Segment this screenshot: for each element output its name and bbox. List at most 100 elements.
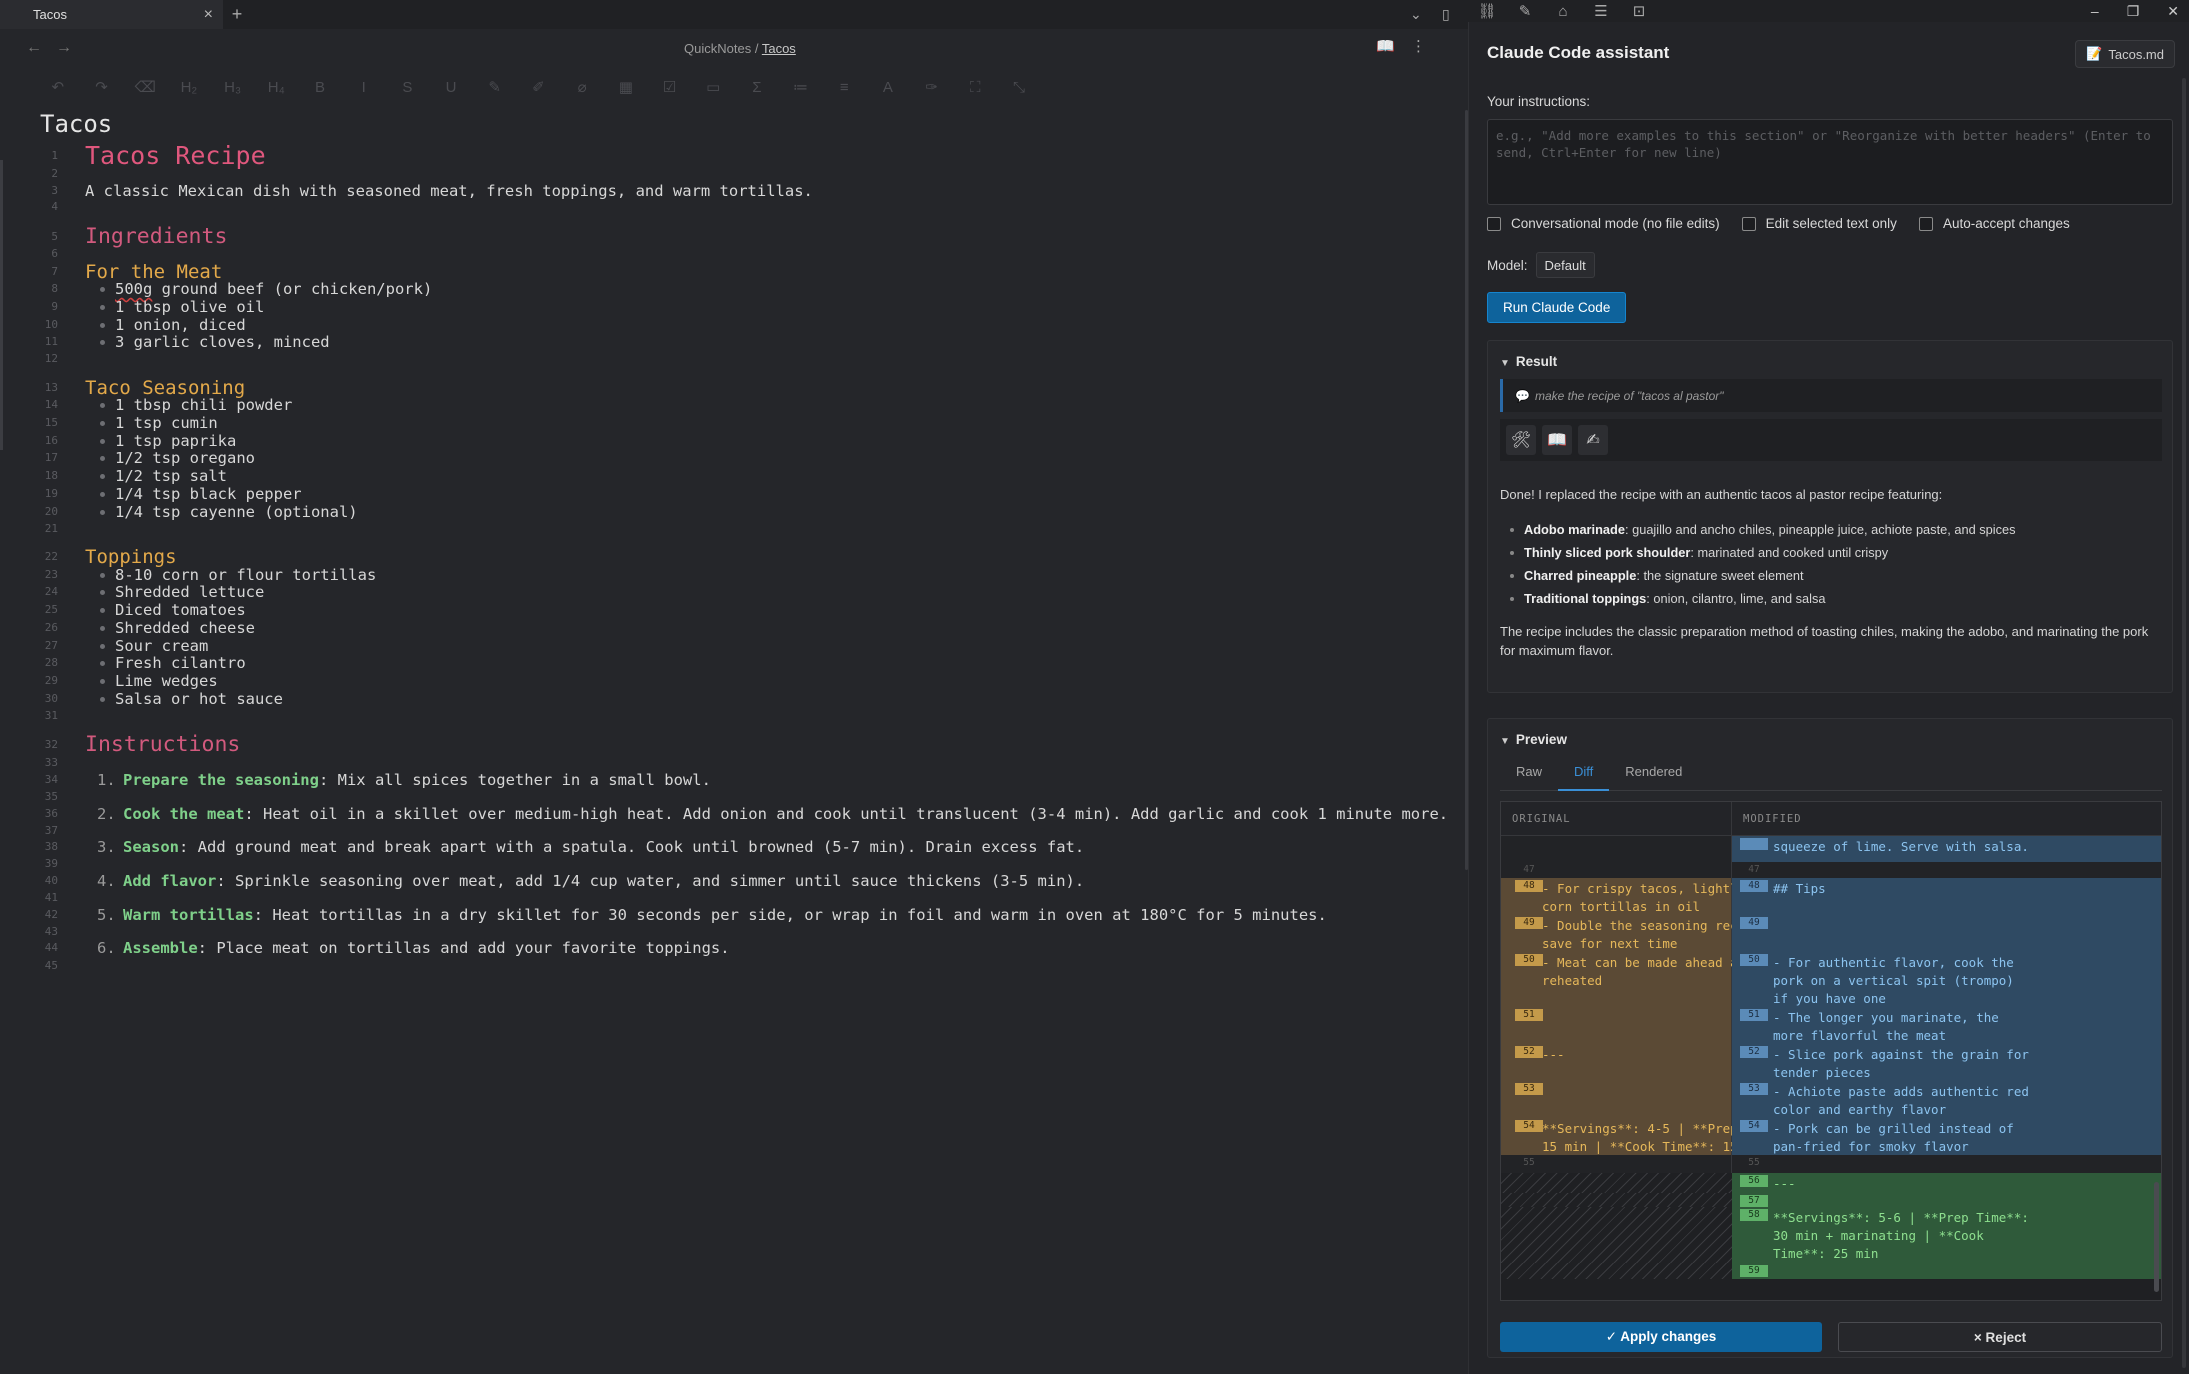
editor-line[interactable]: 4 <box>0 195 1468 219</box>
heading3-icon[interactable]: H₃ <box>211 79 255 96</box>
file-badge[interactable]: 📝 Tacos.md <box>2075 40 2175 68</box>
preview-tab-raw[interactable]: Raw <box>1500 759 1558 791</box>
bullet-icon <box>100 340 105 345</box>
diff-scrollbar[interactable] <box>2154 1182 2159 1292</box>
tab-tacos[interactable]: Tacos × <box>0 0 223 29</box>
diff-line-number: 59 <box>1740 1265 1768 1277</box>
undo-icon[interactable]: ↶ <box>36 78 80 96</box>
model-row: Model: Default <box>1487 252 1595 278</box>
diff-original-line: 52 --- <box>1501 1044 1732 1081</box>
option-label: Conversational mode (no file edits) <box>1511 216 1720 231</box>
diff-modified-line: 54 - Pork can be grilled instead of pan-f… <box>1732 1118 2161 1155</box>
diff-modified-line: 48 ## Tips <box>1732 878 2161 915</box>
apply-changes-button[interactable]: ✓ Apply changes <box>1500 1322 1822 1352</box>
editor-line[interactable]: 45 <box>0 954 1468 978</box>
checkbox-icon[interactable]: ☑ <box>648 78 692 96</box>
assistant-scrollbar[interactable] <box>2182 78 2186 1368</box>
collapse-triangle-icon: ▼ <box>1500 358 1510 369</box>
heading4-icon[interactable]: H₄ <box>254 79 298 96</box>
diff-original-line: 49- Double the seasoning recipe to save … <box>1501 915 1783 952</box>
diff-view[interactable]: ORIGINAL MODIFIED squeeze of lime. Serve… <box>1500 801 2162 1301</box>
editor-line[interactable]: 21 <box>0 517 1468 541</box>
italic-icon[interactable]: I <box>342 79 386 96</box>
editor-line[interactable]: 31 <box>0 704 1468 728</box>
auto-accept-option[interactable]: Auto-accept changes <box>1918 216 2070 231</box>
editor-line[interactable]: 12 <box>0 347 1468 371</box>
minimize-icon[interactable]: – <box>2091 3 2099 19</box>
diff-line-number: 49 <box>1740 917 1768 929</box>
text-color-icon[interactable]: A <box>866 79 910 96</box>
result-header-label: Result <box>1515 354 1558 369</box>
redo-icon[interactable]: ↷ <box>80 78 124 96</box>
fullscreen-icon[interactable]: ⛶ <box>953 79 997 96</box>
more-options-icon[interactable]: ⋮ <box>1411 38 1442 55</box>
bold-icon[interactable]: B <box>298 79 342 96</box>
run-claude-code-button[interactable]: Run Claude Code <box>1487 292 1627 323</box>
preview-tab-rendered[interactable]: Rendered <box>1609 759 1698 791</box>
back-arrow-icon[interactable]: ← <box>26 39 56 56</box>
edit-selected-checkbox[interactable] <box>1741 216 1756 231</box>
bullet-icon <box>100 661 105 666</box>
eraser-icon[interactable]: ⌫ <box>123 78 167 96</box>
robot-icon[interactable]: ⊡ <box>1620 2 1658 20</box>
attach-icon[interactable]: ⌀ <box>560 78 604 96</box>
close-window-icon[interactable]: ✕ <box>2167 3 2179 20</box>
diff-modified-line: 55 <box>1732 1155 2161 1173</box>
conversational-mode-checkbox[interactable] <box>1487 216 1501 231</box>
formula-icon[interactable]: Σ <box>735 79 779 96</box>
chevron-down-icon[interactable]: ⌄ <box>1410 0 1422 29</box>
new-tab-button[interactable]: + <box>223 0 251 29</box>
file-badge-label: Tacos.md <box>2108 46 2164 62</box>
close-tab-icon[interactable]: × <box>204 6 213 24</box>
strikethrough-icon[interactable]: S <box>386 79 430 96</box>
diff-line-number: 55 <box>1523 1157 1535 1168</box>
ordered-list-icon[interactable]: ≡ <box>822 79 866 96</box>
heading2-icon[interactable]: H₂ <box>167 79 211 96</box>
reject-button[interactable]: × Reject <box>1838 1322 2162 1352</box>
preview-header[interactable]: ▼ Preview <box>1500 732 1567 747</box>
breadcrumb-current[interactable]: Tacos <box>762 41 796 56</box>
underline-icon[interactable]: U <box>429 79 473 96</box>
result-header[interactable]: ▼ Result <box>1500 354 1557 369</box>
bullet-list-icon[interactable]: ≔ <box>779 78 823 96</box>
diff-original-line: 51 <box>1501 1007 1732 1044</box>
highlight-icon[interactable]: ✎ <box>473 78 517 96</box>
tab-bar: Tacos × + ⌄ ▯ <box>0 0 1468 29</box>
diff-line-number: 47 <box>1523 864 1535 875</box>
edit-selected-option[interactable]: Edit selected text only <box>1741 216 1897 231</box>
instructions-input[interactable]: e.g., "Add more examples to this section… <box>1487 119 2173 205</box>
collapse-icon[interactable]: ⤡ <box>997 79 1041 96</box>
edit-icon[interactable]: ✐ <box>517 78 561 96</box>
restore-icon[interactable]: ❐ <box>2127 3 2140 20</box>
sidebar-toggle-icon[interactable]: ▯ <box>1442 0 1450 29</box>
tools-icon[interactable]: 🛠 <box>1506 425 1536 455</box>
tool-use-row: 🛠 📖 ✍ <box>1500 419 2162 461</box>
diff-empty-cell <box>1501 1193 1732 1207</box>
forward-arrow-icon[interactable]: → <box>56 39 86 56</box>
result-body: Done! I replaced the recipe with an auth… <box>1500 485 2160 660</box>
brush-icon[interactable]: ✑ <box>910 78 954 96</box>
option-label: Edit selected text only <box>1765 216 1897 231</box>
diff-line-number: 50 <box>1515 954 1543 966</box>
result-bullet: Adobo marinade: guajillo and ancho chile… <box>1500 520 2160 539</box>
preview-tab-diff[interactable]: Diff <box>1558 759 1610 791</box>
conversational-mode-option[interactable]: Conversational mode (no file edits) <box>1487 216 1720 231</box>
breadcrumb-root[interactable]: QuickNotes <box>684 41 751 56</box>
writing-hand-icon[interactable]: ✍ <box>1578 425 1608 455</box>
diff-modified-line: 56 --- <box>1732 1173 2161 1193</box>
list-icon[interactable]: ☰ <box>1582 2 1620 20</box>
edit-link-icon[interactable]: ✎ <box>1506 2 1544 20</box>
auto-accept-checkbox[interactable] <box>1918 216 1933 231</box>
table-icon[interactable]: ▦ <box>604 78 648 96</box>
link-icon[interactable]: ⛓ <box>1468 2 1506 20</box>
read-book-icon[interactable]: 📖 <box>1542 425 1572 455</box>
reading-mode-icon[interactable]: 📖 <box>1376 38 1411 55</box>
diff-line-number: 51 <box>1515 1009 1543 1021</box>
comment-icon[interactable]: ▭ <box>691 78 735 96</box>
instructions-label: Your instructions: <box>1487 94 1591 109</box>
tag-icon[interactable]: ⌂ <box>1544 3 1582 20</box>
model-select[interactable]: Default <box>1535 252 1595 278</box>
preview-section: ▼ Preview Raw Diff Rendered ORIGINAL MODIFI… <box>1487 718 2173 1358</box>
preview-header-label: Preview <box>1515 732 1567 747</box>
bullet-icon <box>100 323 105 328</box>
